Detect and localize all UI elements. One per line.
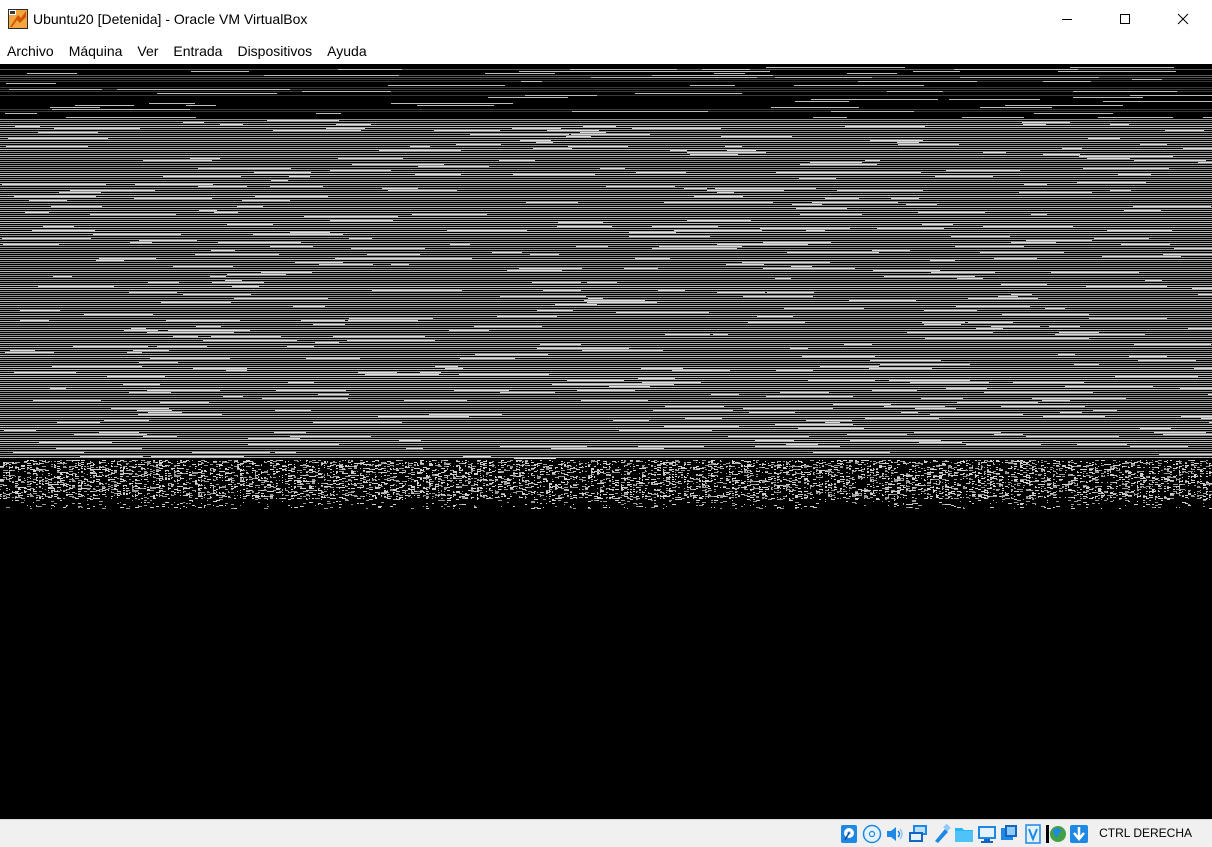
optical-drive-icon[interactable] — [861, 823, 883, 845]
mouse-integration-icon[interactable] — [1045, 823, 1067, 845]
virtualbox-window: Ubuntu20 [Detenida] - Oracle VM VirtualB… — [0, 0, 1212, 847]
menu-archivo[interactable]: Archivo — [0, 38, 62, 64]
menu-entrada[interactable]: Entrada — [166, 38, 230, 64]
audio-icon[interactable] — [884, 823, 906, 845]
display-icon[interactable] — [976, 823, 998, 845]
close-icon — [1177, 13, 1189, 25]
network-icon[interactable] — [907, 823, 929, 845]
title-bar[interactable]: Ubuntu20 [Detenida] - Oracle VM VirtualB… — [0, 0, 1212, 38]
recording-icon[interactable] — [999, 823, 1021, 845]
status-icons — [837, 823, 1090, 845]
host-key-label: CTRL DERECHA — [1099, 826, 1192, 840]
usb-icon[interactable] — [930, 823, 952, 845]
close-button[interactable] — [1154, 0, 1212, 38]
menu-dispositivos[interactable]: Dispositivos — [230, 38, 320, 64]
maximize-button[interactable] — [1096, 0, 1154, 38]
menu-ayuda[interactable]: Ayuda — [320, 38, 374, 64]
minimize-button[interactable] — [1038, 0, 1096, 38]
keyboard-capture-icon[interactable] — [1068, 823, 1090, 845]
virtualbox-icon — [8, 9, 28, 29]
menu-bar: Archivo Máquina Ver Entrada Dispositivos… — [0, 38, 1212, 64]
window-title: Ubuntu20 [Detenida] - Oracle VM VirtualB… — [33, 11, 308, 27]
status-bar: CTRL DERECHA — [0, 819, 1212, 847]
display-noise — [0, 67, 1212, 509]
vm-display[interactable] — [0, 64, 1212, 819]
shared-folders-icon[interactable] — [953, 823, 975, 845]
menu-ver[interactable]: Ver — [130, 38, 166, 64]
hard-disk-icon[interactable] — [838, 823, 860, 845]
menu-maquina[interactable]: Máquina — [62, 38, 131, 64]
maximize-icon — [1120, 14, 1130, 24]
window-controls — [1038, 0, 1212, 38]
virtualization-icon[interactable] — [1022, 823, 1044, 845]
minimize-icon — [1062, 19, 1072, 20]
